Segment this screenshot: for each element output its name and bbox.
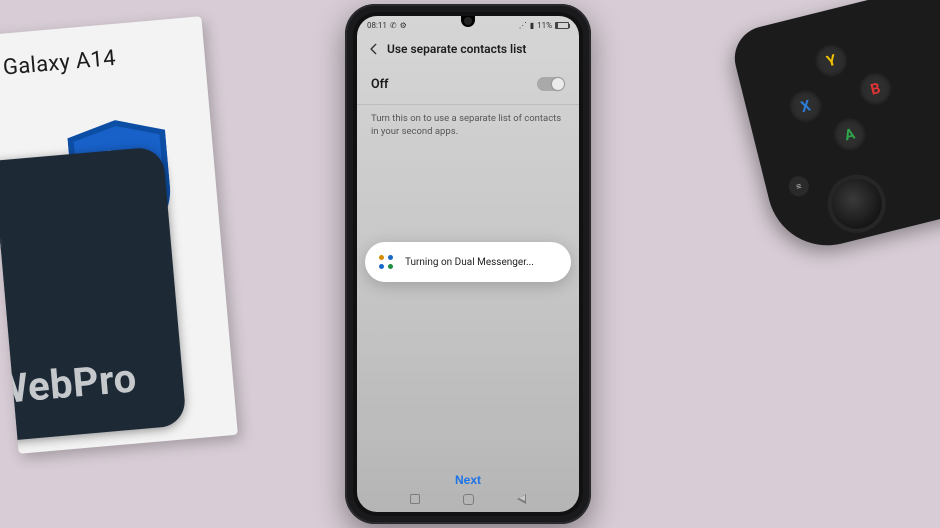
status-right: ⋰ ▮ 11% bbox=[519, 21, 569, 30]
next-button[interactable]: Next bbox=[455, 473, 481, 487]
box-art-cameras bbox=[0, 173, 3, 257]
dual-messenger-icon bbox=[377, 253, 395, 271]
phone-bezel: 08:11 ✆ ⚙ ⋰ ▮ 11% Use separate contacts … bbox=[353, 12, 583, 516]
back-button[interactable] bbox=[365, 40, 383, 58]
battery-icon bbox=[555, 22, 569, 29]
xbox-controller: Y X B A ≡ bbox=[728, 0, 940, 258]
footer: Next bbox=[357, 469, 579, 488]
battery-percent: 11% bbox=[537, 21, 552, 30]
watermark-text: WebPro bbox=[0, 348, 217, 426]
page-title: Use separate contacts list bbox=[387, 42, 526, 56]
phone-body: 08:11 ✆ ⚙ ⋰ ▮ 11% Use separate contacts … bbox=[345, 4, 591, 524]
controller-a-button: A bbox=[830, 115, 869, 154]
nav-back-button[interactable] bbox=[517, 494, 526, 504]
wifi-icon: ⋰ bbox=[519, 21, 527, 30]
toast-text: Turning on Dual Messenger... bbox=[405, 257, 534, 268]
controller-y-button: Y bbox=[812, 41, 851, 80]
home-button[interactable] bbox=[463, 494, 474, 505]
controller-menu-button: ≡ bbox=[787, 174, 811, 198]
box-art-phone: WebPro bbox=[0, 146, 187, 442]
galaxy-a14-retail-box: Galaxy A14 24 MONTH WARRANTY FOR AFRICA … bbox=[0, 16, 238, 454]
clock: 08:11 bbox=[367, 21, 387, 30]
controller-b-button: B bbox=[856, 69, 895, 108]
nav-bar bbox=[357, 492, 579, 506]
signal-icon: ▮ bbox=[530, 21, 534, 30]
status-left: 08:11 ✆ ⚙ bbox=[367, 21, 407, 30]
recents-button[interactable] bbox=[410, 494, 420, 504]
header: Use separate contacts list bbox=[357, 34, 579, 64]
whatsapp-icon: ✆ bbox=[390, 21, 397, 30]
notification-icon: ⚙ bbox=[400, 21, 407, 30]
selfie-cam bbox=[464, 17, 472, 25]
screen: 08:11 ✆ ⚙ ⋰ ▮ 11% Use separate contacts … bbox=[357, 16, 579, 512]
controller-right-stick bbox=[822, 169, 892, 239]
controller-x-button: X bbox=[786, 87, 825, 126]
chevron-left-icon bbox=[367, 42, 381, 56]
box-model-name: Galaxy A14 bbox=[2, 46, 117, 81]
progress-toast: Turning on Dual Messenger... bbox=[365, 242, 571, 282]
